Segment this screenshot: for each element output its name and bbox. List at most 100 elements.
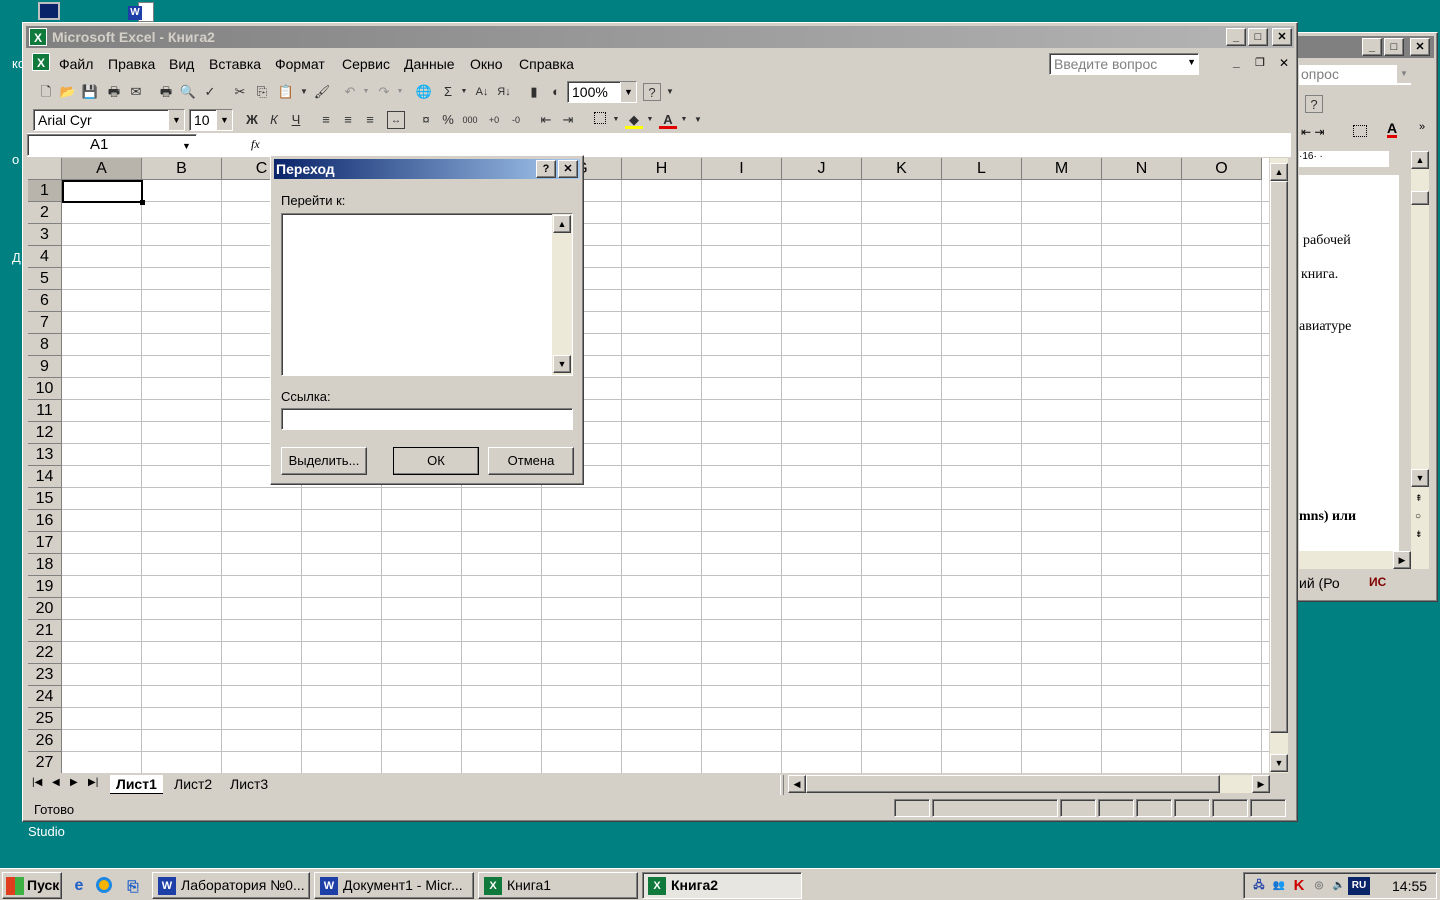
word-scroll-up-button[interactable]: ▲ (1411, 151, 1429, 169)
row-header-17[interactable]: 17 (28, 532, 62, 554)
row-header-1[interactable]: 1 (28, 180, 62, 202)
menu-tools[interactable]: Сервис (342, 56, 390, 72)
autosum-dropdown-icon[interactable]: ▼ (455, 83, 473, 101)
row-header-7[interactable]: 7 (28, 312, 62, 334)
row-header-5[interactable]: 5 (28, 268, 62, 290)
font-size-select[interactable]: 10 ▼ (189, 109, 233, 131)
insert-function-icon[interactable]: fx (251, 137, 260, 152)
row-header-18[interactable]: 18 (28, 554, 62, 576)
word-hscroll[interactable]: ▶ (1299, 551, 1411, 569)
bold-button[interactable]: Ж (243, 111, 261, 129)
worksheet-grid[interactable]: ABCDEFGHIJKLMNO 123456789101112131415161… (28, 158, 1269, 773)
antivirus-tray-icon[interactable]: K (1290, 877, 1308, 895)
word-scroll-down-button[interactable]: ▼ (1411, 469, 1429, 487)
taskbar-item-book2[interactable]: X Книга2 (642, 872, 802, 899)
undo-dropdown-icon[interactable]: ▼ (357, 83, 375, 101)
permission-icon[interactable]: 🖶 (105, 83, 123, 101)
excel-window[interactable]: X Microsoft Excel - Книга2 _ □ ✕ X Файл … (22, 22, 1298, 822)
decrease-decimal-icon[interactable]: -0 (507, 111, 525, 129)
row-header-20[interactable]: 20 (28, 598, 62, 620)
save-icon[interactable]: 💾 (81, 83, 99, 101)
monitor-tray-icon[interactable]: ◎ (1310, 877, 1328, 895)
column-header-i[interactable]: I (702, 158, 782, 180)
align-left-icon[interactable]: ≡ (317, 111, 335, 129)
row-header-24[interactable]: 24 (28, 686, 62, 708)
hyperlink-icon[interactable]: 🌐 (415, 83, 433, 101)
tab-split-handle[interactable] (780, 775, 784, 795)
row-header-3[interactable]: 3 (28, 224, 62, 246)
row-header-9[interactable]: 9 (28, 356, 62, 378)
word-maximize-button[interactable]: □ (1384, 38, 1404, 56)
currency-icon[interactable]: ¤ (417, 111, 435, 129)
excel-minimize-button[interactable]: _ (1226, 28, 1246, 46)
taskbar-item-lab[interactable]: W Лаборатория №0... (152, 872, 310, 899)
new-icon[interactable]: 🗋 (37, 83, 55, 101)
fill-color-dropdown-icon[interactable]: ▼ (641, 111, 659, 129)
print-preview-icon[interactable]: 🔍 (179, 83, 197, 101)
sheet-tab-1[interactable]: Лист1 (110, 775, 163, 794)
row-header-21[interactable]: 21 (28, 620, 62, 642)
scroll-up-button[interactable]: ▲ (1270, 163, 1288, 181)
menu-insert[interactable]: Вставка (209, 56, 261, 72)
row-header-14[interactable]: 14 (28, 466, 62, 488)
row-header-22[interactable]: 22 (28, 642, 62, 664)
increase-indent-icon[interactable]: ⇥ (559, 111, 577, 129)
prev-sheet-icon[interactable]: ◀ (52, 777, 60, 788)
toolbar-options-icon[interactable]: ▼ (689, 111, 707, 129)
thousands-button[interactable]: 000 (461, 111, 479, 129)
menu-format[interactable]: Формат (275, 56, 325, 72)
word-font-color-icon[interactable]: A (1387, 121, 1398, 138)
align-center-icon[interactable]: ≡ (339, 111, 357, 129)
row-header-16[interactable]: 16 (28, 510, 62, 532)
row-header-6[interactable]: 6 (28, 290, 62, 312)
ie-quicklaunch-icon[interactable]: e (70, 877, 88, 895)
excel-close-button[interactable]: ✕ (1272, 28, 1292, 46)
print-icon[interactable]: 🖶 (157, 83, 175, 101)
reference-input[interactable] (281, 408, 573, 430)
word-vscroll[interactable]: ▲ ▼ ⇞ ○ ⇟ (1411, 151, 1429, 569)
last-sheet-icon[interactable]: ▶| (88, 777, 98, 788)
workbook-close-button[interactable]: ✕ (1279, 56, 1289, 70)
volume-tray-icon[interactable]: 🔈 (1330, 877, 1348, 895)
goto-listbox[interactable]: ▲ ▼ (281, 213, 573, 376)
word-help-icon[interactable]: ? (1305, 95, 1323, 113)
scroll-down-button[interactable]: ▼ (1270, 754, 1288, 772)
zoom-dropdown-icon[interactable]: ▼ (620, 82, 636, 102)
ask-dropdown-icon[interactable]: ▼ (1187, 57, 1196, 67)
word-prev-page-icon[interactable]: ⇞ (1415, 493, 1423, 504)
cancel-button[interactable]: Отмена (488, 447, 574, 475)
first-sheet-icon[interactable]: |◀ (32, 777, 42, 788)
word-close-button[interactable]: ✕ (1410, 38, 1430, 56)
word-scroll-right-button[interactable]: ▶ (1393, 551, 1411, 569)
users-tray-icon[interactable]: 👥 (1270, 877, 1288, 895)
network-tray-icon[interactable]: 🖧 (1250, 877, 1268, 895)
italic-button[interactable]: К (265, 111, 283, 129)
row-header-15[interactable]: 15 (28, 488, 62, 510)
increase-decimal-icon[interactable]: +0 (485, 111, 503, 129)
row-header-10[interactable]: 10 (28, 378, 62, 400)
workbook-minimize-button[interactable]: _ (1233, 55, 1240, 69)
row-header-23[interactable]: 23 (28, 664, 62, 686)
copy-icon[interactable]: ⎘ (253, 83, 271, 101)
vertical-scrollbar[interactable]: ▲ ▼ (1270, 158, 1288, 773)
borders-dropdown-icon[interactable]: ▼ (607, 111, 625, 129)
name-box[interactable]: A1 ▼ (27, 134, 197, 156)
format-painter-icon[interactable]: 🖌 (313, 83, 331, 101)
menu-window[interactable]: Окно (470, 56, 503, 72)
clock[interactable]: 14:55 (1392, 878, 1427, 894)
workbook-restore-button[interactable]: ❐ (1255, 56, 1265, 69)
underline-button[interactable]: Ч (287, 111, 305, 129)
goto-list-scroll-up-button[interactable]: ▲ (553, 215, 571, 233)
dialog-help-button[interactable]: ? (536, 160, 556, 178)
word-scroll-thumb[interactable] (1411, 191, 1429, 205)
dialog-close-button[interactable]: ✕ (558, 160, 578, 178)
word-title-bar[interactable]: _ □ ✕ (1294, 36, 1434, 58)
row-header-2[interactable]: 2 (28, 202, 62, 224)
word-document-page[interactable]: рабочей книга. авиатуре mns) или (1299, 175, 1399, 551)
drawing-icon[interactable]: ◐ (547, 83, 565, 101)
row-header-13[interactable]: 13 (28, 444, 62, 466)
goto-list-scroll-down-button[interactable]: ▼ (553, 355, 571, 373)
start-button[interactable]: Пуск (2, 872, 62, 899)
row-header-27[interactable]: 27 (28, 752, 62, 773)
sort-ascending-icon[interactable]: A↓ (473, 83, 491, 101)
